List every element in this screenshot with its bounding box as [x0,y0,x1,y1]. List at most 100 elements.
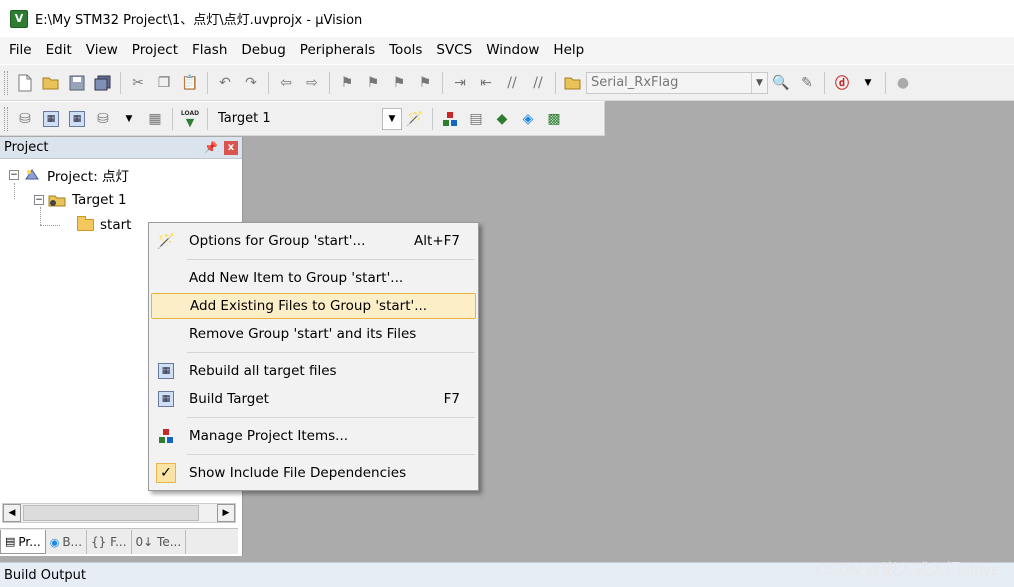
indent-icon[interactable]: ⇥ [449,72,471,94]
menu-separator [187,259,475,260]
next-bookmark-icon[interactable]: ⚑ [388,72,410,94]
build-icon[interactable]: ▦ [40,108,62,130]
panel-tabs: ▤ Pr... ◉ B... {} F... 0↓ Te... [0,528,238,554]
toolbar-grip[interactable] [4,106,8,131]
download-icon[interactable]: LOAD ▼ [179,108,201,130]
pack-installer-icon[interactable]: ◈ [517,108,539,130]
menu-help[interactable]: Help [546,37,591,64]
uncomment-icon[interactable]: // [527,72,549,94]
toolbar-separator [885,71,886,94]
undo-icon[interactable]: ↶ [214,72,236,94]
tab-functions[interactable]: {} F... [87,530,132,554]
run-time-env-icon[interactable]: ▩ [543,108,565,130]
toolbar-grip[interactable] [4,70,8,95]
comment-icon[interactable]: // [501,72,523,94]
tab-templates[interactable]: 0↓ Te... [132,530,187,554]
menu-item-manage-project-items[interactable]: Manage Project Items... [151,423,476,449]
collapse-icon[interactable]: − [9,170,19,180]
menu-view[interactable]: View [79,37,125,64]
prev-bookmark-icon[interactable]: ⚑ [362,72,384,94]
tab-books[interactable]: ◉ B... [46,530,88,554]
context-menu-gutter [149,223,181,490]
title-bar: V E:\My STM32 Project\1、点灯\点灯.uvprojx - … [0,0,1014,37]
menu-item-options-for-group[interactable]: 🪄 Options for Group 'start'... Alt+F7 [151,228,476,254]
incremental-find-icon[interactable]: ✎ [796,72,818,94]
clear-bookmarks-icon[interactable]: ⚑ [414,72,436,94]
menu-item-build-target[interactable]: ▦ Build Target F7 [151,386,476,412]
tree-item-label: Target 1 [72,192,127,208]
project-panel-title: Project [4,140,49,155]
target-select[interactable]: Target 1 [212,111,382,126]
tree-connector [40,225,60,226]
find-in-files-icon[interactable] [562,72,584,94]
window-title: E:\My STM32 Project\1、点灯\点灯.uvprojx - µV… [35,13,363,28]
menu-svcs[interactable]: SVCS [429,37,479,64]
new-file-icon[interactable] [14,72,36,94]
tree-item-project[interactable]: − Project: 点灯 [9,164,129,186]
debug-session-icon[interactable]: ⓓ [831,72,853,94]
menu-separator [187,417,475,418]
unindent-icon[interactable]: ⇤ [475,72,497,94]
toolbar-separator [207,107,208,130]
scroll-left-icon[interactable]: ◀ [3,504,21,522]
paste-icon[interactable]: 📋 [179,72,201,94]
menu-debug[interactable]: Debug [234,37,292,64]
target-folder-icon [48,192,66,208]
batch-build-icon[interactable]: ⛁ [92,108,114,130]
translate-icon[interactable]: ⛁ [14,108,36,130]
horizontal-scrollbar[interactable]: ◀ ▶ [2,503,236,523]
toolbar-separator [432,107,433,130]
breakpoint-icon[interactable]: ● [892,72,914,94]
bookmark-icon[interactable]: ⚑ [336,72,358,94]
menu-project[interactable]: Project [125,37,185,64]
collapse-icon[interactable]: − [34,195,44,205]
select-packs-icon[interactable]: ▤ [465,108,487,130]
manage-rte-icon[interactable]: ◆ [491,108,513,130]
tree-item-label: Project: 点灯 [47,169,130,185]
find-icon[interactable]: 🔍 [770,72,792,94]
navigate-forward-icon[interactable]: ⇨ [301,72,323,94]
build-icon: ▦ [158,391,174,407]
menu-item-show-include-deps[interactable]: ✓ Show Include File Dependencies [151,460,476,486]
chevron-down-icon[interactable]: ▼ [751,72,767,93]
manage-project-items-icon[interactable] [439,108,461,130]
menu-peripherals[interactable]: Peripherals [293,37,382,64]
tree-item-group[interactable]: start [76,214,131,236]
redo-icon[interactable]: ↷ [240,72,262,94]
scrollbar-thumb[interactable] [23,505,199,521]
watermark: CSDN @嵌入式入门strive [815,562,1000,579]
menu-tools[interactable]: Tools [382,37,429,64]
menu-item-add-existing-files[interactable]: Add Existing Files to Group 'start'... [151,293,476,319]
target-dropdown-icon[interactable]: ▼ [382,107,402,130]
open-folder-icon[interactable] [40,72,62,94]
menu-bar: File Edit View Project Flash Debug Perip… [0,37,1014,64]
scroll-right-icon[interactable]: ▶ [217,504,235,522]
target-options-icon[interactable]: 🪄 [404,108,426,130]
menu-separator [187,352,475,353]
tab-project[interactable]: ▤ Pr... [0,530,46,554]
context-menu: 🪄 Options for Group 'start'... Alt+F7 Ad… [148,222,479,491]
debug-dropdown-icon[interactable]: ▼ [857,72,879,94]
batch-dropdown-icon[interactable]: ▼ [118,108,140,130]
menu-item-add-new-item[interactable]: Add New Item to Group 'start'... [151,265,476,291]
menu-edit[interactable]: Edit [39,37,79,64]
project-panel-header: Project 📌 x [0,137,242,159]
menu-file[interactable]: File [2,37,39,64]
cut-icon[interactable]: ✂ [127,72,149,94]
find-combo[interactable]: Serial_RxFlag ▼ [586,71,768,94]
stop-build-icon[interactable]: ▦ [144,108,166,130]
menu-window[interactable]: Window [479,37,546,64]
copy-icon[interactable]: ❐ [153,72,175,94]
tree-item-target[interactable]: − Target 1 [34,189,127,211]
navigate-back-icon[interactable]: ⇦ [275,72,297,94]
menu-item-remove-group[interactable]: Remove Group 'start' and its Files [151,321,476,347]
save-icon[interactable] [66,72,88,94]
toolbar-separator [555,71,556,94]
menu-item-rebuild-all[interactable]: ▦ Rebuild all target files [151,358,476,384]
tree-item-label: start [100,217,132,233]
menu-flash[interactable]: Flash [185,37,234,64]
close-icon[interactable]: x [224,140,238,155]
rebuild-icon[interactable]: ▦ [66,108,88,130]
pin-icon[interactable]: 📌 [204,141,218,154]
save-all-icon[interactable] [92,72,114,94]
